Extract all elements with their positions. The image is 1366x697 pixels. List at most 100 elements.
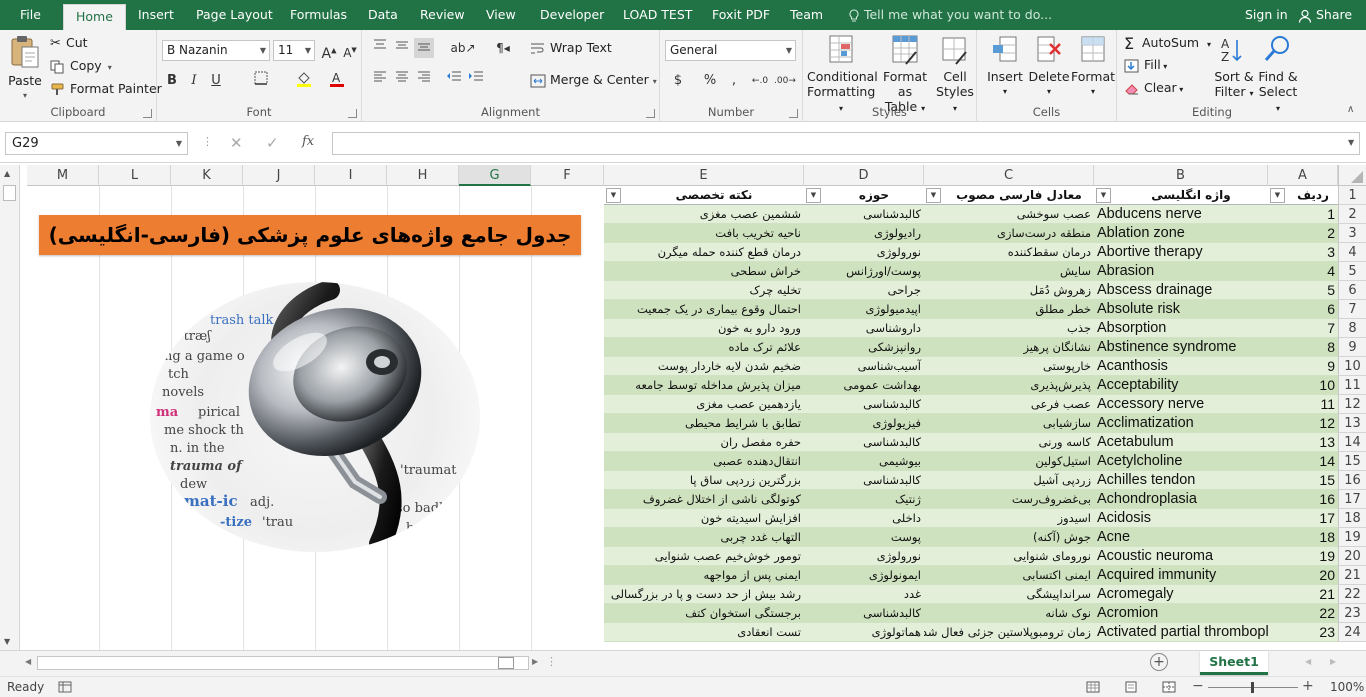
table-cell-b[interactable]: Acromegaly: [1094, 585, 1268, 604]
table-cell-a[interactable]: 4: [1268, 262, 1338, 281]
column-header-f[interactable]: F: [531, 165, 604, 186]
zoom-slider-thumb[interactable]: [1251, 682, 1254, 693]
column-header-b[interactable]: B: [1094, 165, 1268, 186]
table-cell-e[interactable]: ششمین عصب مغزی: [604, 205, 804, 224]
paste-button[interactable]: Paste ▾: [6, 34, 44, 103]
table-cell-c[interactable]: عصب سوخشی: [924, 205, 1094, 224]
font-launcher[interactable]: [348, 109, 357, 118]
row-header[interactable]: 14: [1338, 433, 1366, 452]
header-cell-c[interactable]: معادل فارسی مصوب: [944, 186, 1094, 205]
table-cell-e[interactable]: ضخیم شدن لایه خاردار پوست: [604, 357, 804, 376]
table-cell-c[interactable]: زهروش دُمَل: [924, 281, 1094, 300]
scroll-up-icon[interactable]: ▲: [4, 169, 10, 178]
table-cell-e[interactable]: تطابق با شرایط محیطی: [604, 414, 804, 433]
sort-filter-button[interactable]: AZ Sort & Filter ▾: [1213, 34, 1255, 101]
row-header[interactable]: 24: [1338, 623, 1366, 642]
table-cell-b[interactable]: Absorption: [1094, 319, 1268, 338]
tab-page-layout[interactable]: Page Layout: [196, 0, 273, 30]
table-cell-b[interactable]: Abscess drainage: [1094, 281, 1268, 300]
cell-styles-button[interactable]: Cell Styles ▾: [935, 34, 975, 116]
table-cell-d[interactable]: کالبدشناسی: [804, 205, 924, 224]
scroll-left-icon[interactable]: ◀: [25, 657, 31, 666]
tab-foxit-pdf[interactable]: Foxit PDF: [712, 0, 770, 30]
table-cell-a[interactable]: 3: [1268, 243, 1338, 262]
table-cell-d[interactable]: آسیب‌شناسی: [804, 357, 924, 376]
table-cell-d[interactable]: اپیدمیولوژی: [804, 300, 924, 319]
table-cell-a[interactable]: 2: [1268, 224, 1338, 243]
share-button[interactable]: Share: [1292, 0, 1358, 30]
column-header-g[interactable]: G: [459, 165, 531, 186]
table-cell-c[interactable]: نورومای شنوایی: [924, 547, 1094, 566]
tab-view[interactable]: View: [486, 0, 516, 30]
table-cell-b[interactable]: Abstinence syndrome: [1094, 338, 1268, 357]
table-cell-c[interactable]: خطر مطلق: [924, 300, 1094, 319]
filter-dropdown-b[interactable]: ▼: [1096, 188, 1111, 203]
sign-in-link[interactable]: Sign in: [1245, 0, 1288, 30]
table-cell-b[interactable]: Acceptability: [1094, 376, 1268, 395]
table-cell-d[interactable]: جراحی: [804, 281, 924, 300]
align-center-button[interactable]: [392, 70, 412, 90]
row-header[interactable]: 9: [1338, 338, 1366, 357]
alignment-launcher[interactable]: [646, 109, 655, 118]
table-cell-e[interactable]: التهاب غدد چربی: [604, 528, 804, 547]
table-cell-d[interactable]: بیوشیمی: [804, 452, 924, 471]
table-cell-b[interactable]: Acne: [1094, 528, 1268, 547]
row-header[interactable]: 16: [1338, 471, 1366, 490]
row-header[interactable]: 12: [1338, 395, 1366, 414]
table-cell-b[interactable]: Abrasion: [1094, 262, 1268, 281]
row-header[interactable]: 10: [1338, 357, 1366, 376]
table-cell-b[interactable]: Acclimatization: [1094, 414, 1268, 433]
shrink-font-button[interactable]: A▼: [340, 40, 360, 60]
table-cell-d[interactable]: غدد: [804, 585, 924, 604]
filter-dropdown-c[interactable]: ▼: [926, 188, 941, 203]
fill-color-button[interactable]: [294, 71, 314, 91]
cut-button[interactable]: ✂ Cut: [50, 35, 88, 51]
increase-decimal-button[interactable]: ←.0: [750, 71, 770, 91]
row-header[interactable]: 18: [1338, 509, 1366, 528]
delete-cells-button[interactable]: Delete ▾: [1027, 34, 1071, 99]
table-cell-b[interactable]: Achondroplasia: [1094, 490, 1268, 509]
table-cell-c[interactable]: استیل‌کولین: [924, 452, 1094, 471]
table-cell-d[interactable]: نورولوژی: [804, 547, 924, 566]
tell-me-box[interactable]: Tell me what you want to do...: [848, 0, 1052, 30]
vertical-scroll-thumb[interactable]: [3, 185, 16, 201]
row-header[interactable]: 7: [1338, 300, 1366, 319]
column-header-h[interactable]: H: [387, 165, 459, 186]
table-cell-c[interactable]: منطقه درست‌سازی: [924, 224, 1094, 243]
page-layout-view-icon[interactable]: [1124, 681, 1138, 693]
rtl-button[interactable]: ¶◂: [488, 38, 518, 58]
vertical-scrollbar[interactable]: ▲ ▼: [0, 165, 20, 650]
font-name-select[interactable]: B Nazanin ▼: [162, 40, 270, 61]
decrease-decimal-button[interactable]: .00→: [774, 71, 796, 91]
table-cell-b[interactable]: Acanthosis: [1094, 357, 1268, 376]
insert-function-icon[interactable]: fx: [302, 134, 314, 149]
prev-sheet-icon[interactable]: ◀: [1305, 657, 1311, 666]
orientation-button[interactable]: ab↗: [448, 38, 478, 58]
table-cell-e[interactable]: میزان پذیرش مداخله توسط جامعه: [604, 376, 804, 395]
zoom-out-button[interactable]: −: [1192, 678, 1204, 694]
row-header[interactable]: 22: [1338, 585, 1366, 604]
page-break-view-icon[interactable]: [1162, 681, 1176, 693]
grow-font-button[interactable]: A▲: [319, 40, 339, 62]
table-cell-a[interactable]: 10: [1268, 376, 1338, 395]
header-cell-a[interactable]: ردیف: [1288, 186, 1338, 205]
column-header-m[interactable]: M: [27, 165, 99, 186]
table-cell-d[interactable]: کالبدشناسی: [804, 604, 924, 623]
table-cell-b[interactable]: Activated partial thromboplastin time: [1094, 623, 1268, 642]
column-header-l[interactable]: L: [99, 165, 171, 186]
align-right-button[interactable]: [414, 70, 434, 90]
row-header[interactable]: 21: [1338, 566, 1366, 585]
table-cell-e[interactable]: حفره مفصل ران: [604, 433, 804, 452]
table-cell-e[interactable]: بزرگترین زردپی ساق پا: [604, 471, 804, 490]
format-painter-button[interactable]: Format Painter: [50, 81, 162, 97]
column-header-d[interactable]: D: [804, 165, 924, 186]
table-cell-a[interactable]: 19: [1268, 547, 1338, 566]
table-cell-b[interactable]: Ablation zone: [1094, 224, 1268, 243]
header-cell-b[interactable]: واژه انگلیسی: [1114, 186, 1268, 205]
table-cell-c[interactable]: سرانداپیشگی: [924, 585, 1094, 604]
table-cell-c[interactable]: سایش: [924, 262, 1094, 281]
row-header[interactable]: 19: [1338, 528, 1366, 547]
filter-dropdown-d[interactable]: ▼: [806, 188, 821, 203]
table-cell-b[interactable]: Abortive therapy: [1094, 243, 1268, 262]
table-cell-e[interactable]: افزایش اسیدیته خون: [604, 509, 804, 528]
